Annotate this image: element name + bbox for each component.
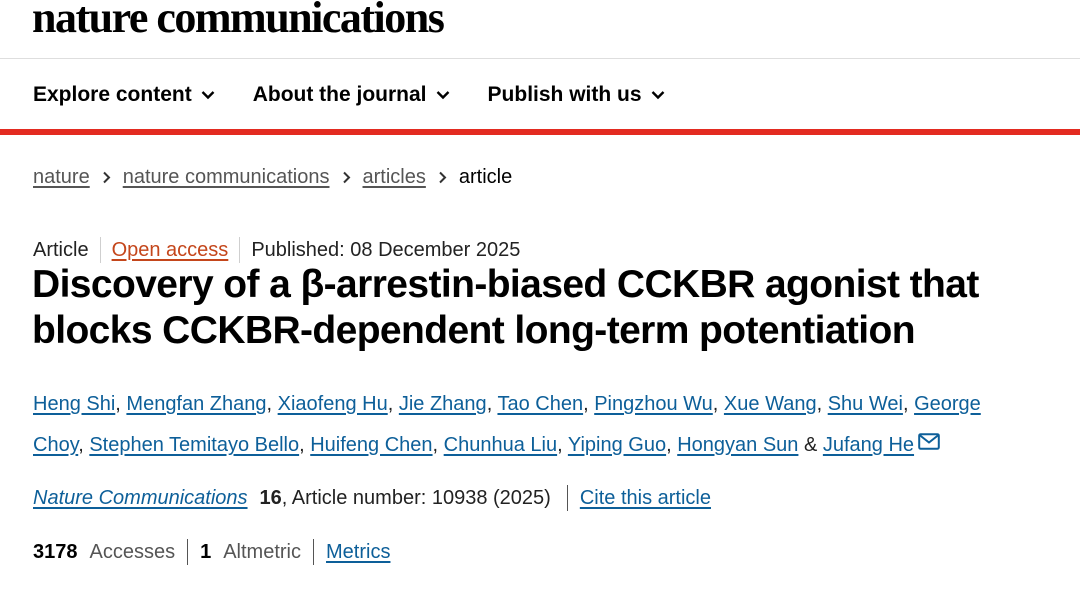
- article-type: Article: [33, 239, 89, 261]
- nav-publish-with-us-label: Publish with us: [487, 83, 642, 106]
- metrics-divider: [187, 539, 189, 565]
- altmetric-count: 1: [200, 541, 212, 563]
- author-list: Heng Shi, Mengfan Zhang, Xiaofeng Hu, Ji…: [33, 393, 981, 456]
- article-title: Discovery of a β-arrestin-biased CCKBR a…: [32, 262, 1062, 354]
- breadcrumb-articles[interactable]: articles: [363, 164, 426, 190]
- citation-divider: [566, 485, 568, 511]
- accesses-label: Accesses: [89, 541, 176, 563]
- published-date: Published: 08 December 2025: [251, 239, 521, 261]
- author-link[interactable]: Shu Wei: [828, 393, 903, 415]
- accesses-count: 3178: [33, 541, 78, 563]
- nav-explore-content[interactable]: Explore content: [33, 82, 215, 108]
- breadcrumb-current: article: [458, 166, 513, 188]
- chevron-down-icon: [651, 91, 664, 100]
- nav-about-journal[interactable]: About the journal: [253, 82, 450, 108]
- author-link[interactable]: Tao Chen: [497, 393, 583, 415]
- article-metrics: 3178 Accesses 1 Altmetric Metrics: [33, 539, 390, 565]
- article-title-line-1: Discovery of a β-arrestin-biased CCKBR a…: [32, 263, 979, 306]
- author-link[interactable]: Heng Shi: [33, 393, 115, 415]
- nav-publish-with-us[interactable]: Publish with us: [488, 82, 665, 108]
- journal-logo[interactable]: nature communications: [32, 0, 445, 48]
- meta-divider: [239, 237, 241, 263]
- breadcrumb-nature[interactable]: nature: [33, 164, 90, 190]
- chevron-down-icon: [436, 91, 449, 100]
- author-link[interactable]: Huifeng Chen: [310, 434, 432, 456]
- author-link[interactable]: Jie Zhang: [399, 393, 487, 415]
- author-link[interactable]: Stephen Temitayo Bello: [89, 434, 299, 456]
- metrics-link[interactable]: Metrics: [326, 539, 390, 565]
- chevron-right-icon: [102, 171, 111, 184]
- nav-explore-content-label: Explore content: [33, 83, 192, 106]
- author-link[interactable]: Xiaofeng Hu: [278, 393, 388, 415]
- mail-icon[interactable]: [918, 433, 940, 450]
- chevron-right-icon: [342, 171, 351, 184]
- altmetric-label: Altmetric: [223, 541, 302, 563]
- author-link[interactable]: Hongyan Sun: [677, 434, 798, 456]
- breadcrumb: nature nature communications articles ar…: [33, 164, 512, 190]
- volume: 16: [259, 487, 282, 509]
- author-link[interactable]: Pingzhou Wu: [594, 393, 713, 415]
- author-link[interactable]: Jufang He: [823, 434, 914, 456]
- chevron-down-icon: [201, 91, 215, 100]
- main-nav: Explore content About the journal Publis…: [33, 82, 703, 108]
- header-divider: [0, 58, 1080, 59]
- meta-divider: [99, 237, 101, 263]
- author-link[interactable]: Chunhua Liu: [444, 434, 557, 456]
- brand-accent-bar: [0, 129, 1080, 135]
- metrics-divider: [313, 539, 315, 565]
- nav-about-journal-label: About the journal: [252, 83, 427, 106]
- citation: Nature Communications 16 , Article numbe…: [33, 485, 711, 511]
- author-link[interactable]: Mengfan Zhang: [126, 393, 266, 415]
- article-meta: Article Open access Published: 08 Decemb…: [33, 237, 520, 263]
- breadcrumb-nature-communications[interactable]: nature communications: [123, 164, 330, 190]
- chevron-right-icon: [438, 171, 447, 184]
- journal-link[interactable]: Nature Communications: [33, 485, 248, 511]
- cite-article-link[interactable]: Cite this article: [580, 485, 711, 511]
- author-link[interactable]: Yiping Guo: [568, 434, 666, 456]
- author-link[interactable]: Xue Wang: [724, 393, 817, 415]
- article-number: , Article number: 10938 (2025): [281, 487, 551, 509]
- open-access-link[interactable]: Open access: [112, 237, 229, 263]
- article-title-line-2: blocks CCKBR-dependent long-term potenti…: [32, 309, 916, 352]
